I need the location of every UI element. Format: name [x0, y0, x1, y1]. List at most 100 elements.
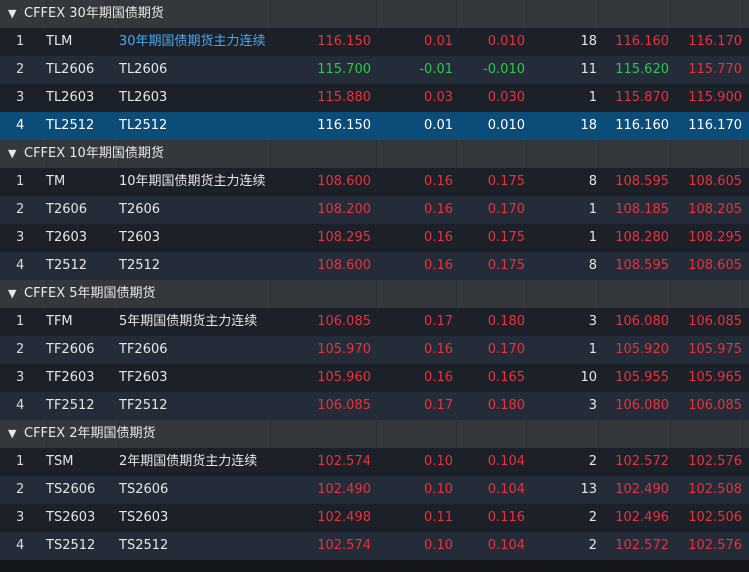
contract-name: 30年期国债期货主力连续 [119, 34, 266, 49]
table-row[interactable]: 3 TS2603 TS2603 102.498 0.11 0.116 2 102.496 102… [0, 504, 749, 532]
column-divider [670, 280, 671, 308]
contract-code: TSM [46, 454, 74, 469]
group-header[interactable]: ▼ CFFEX 10年期国债期货 [0, 140, 749, 168]
last-price: 108.200 [317, 202, 371, 217]
contract-code: T2512 [46, 258, 88, 273]
column-divider [742, 280, 743, 308]
table-row[interactable]: 4 TL2512 TL2512 116.150 0.01 0.010 18 116.160 11… [0, 112, 749, 140]
triangle-down-icon[interactable]: ▼ [8, 420, 16, 448]
column-divider [376, 280, 377, 308]
column-divider [270, 420, 271, 448]
contract-code: TS2606 [46, 482, 96, 497]
last-price: 115.880 [317, 90, 371, 105]
group-header[interactable]: ▼ CFFEX 5年期国债期货 [0, 280, 749, 308]
change-percent: 0.175 [487, 258, 525, 273]
bid-price: 102.490 [615, 482, 669, 497]
change-percent: 0.010 [487, 34, 525, 49]
group-title: CFFEX 5年期国债期货 [24, 286, 156, 301]
table-row[interactable]: 1 TFM 5年期国债期货主力连续 106.085 0.17 0.180 3 106.080 1… [0, 308, 749, 336]
price-change: 0.16 [424, 174, 453, 189]
row-index: 4 [16, 118, 25, 133]
price-change: 0.17 [424, 314, 453, 329]
volume: 3 [588, 398, 597, 413]
triangle-down-icon[interactable]: ▼ [8, 140, 16, 168]
volume: 2 [588, 510, 597, 525]
row-index: 3 [16, 510, 25, 525]
ask-price: 108.205 [688, 202, 742, 217]
column-divider [376, 140, 377, 168]
column-divider [376, 420, 377, 448]
volume: 10 [580, 370, 597, 385]
price-change: 0.16 [424, 258, 453, 273]
volume: 18 [580, 34, 597, 49]
contract-code: TF2606 [46, 342, 95, 357]
change-percent: 0.175 [487, 230, 525, 245]
table-row[interactable]: 3 T2603 T2603 108.295 0.16 0.175 1 108.280 108.2… [0, 224, 749, 252]
price-change: 0.10 [424, 538, 453, 553]
group-header[interactable]: ▼ CFFEX 30年期国债期货 [0, 0, 749, 28]
last-price: 116.150 [317, 34, 371, 49]
table-row[interactable]: 1 TLM 30年期国债期货主力连续 116.150 0.01 0.010 18 116.16… [0, 28, 749, 56]
table-row[interactable]: 3 TF2603 TF2603 105.960 0.16 0.165 10 105.955 10… [0, 364, 749, 392]
volume: 8 [588, 258, 597, 273]
triangle-down-icon[interactable]: ▼ [8, 0, 16, 28]
contract-code: TL2606 [46, 62, 95, 77]
last-price: 102.490 [317, 482, 371, 497]
table-row[interactable]: 4 TF2512 TF2512 106.085 0.17 0.180 3 106.080 106… [0, 392, 749, 420]
bid-price: 106.080 [615, 398, 669, 413]
last-price: 102.498 [317, 510, 371, 525]
table-row[interactable]: 1 TM 10年期国债期货主力连续 108.600 0.16 0.175 8 108.595 1… [0, 168, 749, 196]
contract-code: TS2603 [46, 510, 96, 525]
change-percent: 0.104 [487, 482, 525, 497]
volume: 2 [588, 454, 597, 469]
table-row[interactable]: 2 TL2606 TL2606 115.700 -0.01 -0.010 11 115.620… [0, 56, 749, 84]
contract-name: TL2606 [119, 62, 168, 77]
bid-price: 116.160 [615, 118, 669, 133]
price-change: 0.16 [424, 370, 453, 385]
group-title: CFFEX 10年期国债期货 [24, 146, 164, 161]
change-percent: -0.010 [483, 62, 525, 77]
contract-name: 5年期国债期货主力连续 [119, 314, 258, 329]
table-row[interactable]: 2 T2606 T2606 108.200 0.16 0.170 1 108.185 108.2… [0, 196, 749, 224]
row-index: 3 [16, 90, 25, 105]
contract-code: TM [46, 174, 66, 189]
table-row[interactable]: 2 TS2606 TS2606 102.490 0.10 0.104 13 102.490 10… [0, 476, 749, 504]
bid-price: 102.496 [615, 510, 669, 525]
contract-name: T2512 [119, 258, 161, 273]
contract-name: TS2606 [119, 482, 169, 497]
contract-code: TL2512 [46, 118, 95, 133]
contract-code: TF2603 [46, 370, 95, 385]
triangle-down-icon[interactable]: ▼ [8, 280, 16, 308]
bid-price: 108.595 [615, 174, 669, 189]
price-change: 0.16 [424, 202, 453, 217]
volume: 13 [580, 482, 597, 497]
contract-name: TL2512 [119, 118, 168, 133]
row-index: 1 [16, 34, 25, 49]
group-header[interactable]: ▼ CFFEX 2年期国债期货 [0, 420, 749, 448]
change-percent: 0.175 [487, 174, 525, 189]
column-divider [270, 280, 271, 308]
group-title: CFFEX 2年期国债期货 [24, 426, 156, 441]
column-divider [670, 140, 671, 168]
table-row[interactable]: 3 TL2603 TL2603 115.880 0.03 0.030 1 115.870 115… [0, 84, 749, 112]
table-row[interactable]: 4 T2512 T2512 108.600 0.16 0.175 8 108.595 108.6… [0, 252, 749, 280]
contract-code: TLM [46, 34, 73, 49]
contract-name: TS2512 [119, 538, 169, 553]
change-percent: 0.165 [487, 370, 525, 385]
table-row[interactable]: 4 TS2512 TS2512 102.574 0.10 0.104 2 102.572 102… [0, 532, 749, 560]
contract-name: TS2603 [119, 510, 169, 525]
table-row[interactable]: 2 TF2606 TF2606 105.970 0.16 0.170 1 105.920 105… [0, 336, 749, 364]
bid-price: 116.160 [615, 34, 669, 49]
ask-price: 106.085 [688, 314, 742, 329]
price-change: 0.01 [424, 118, 453, 133]
column-divider [670, 0, 671, 28]
price-change: 0.01 [424, 34, 453, 49]
bid-price: 102.572 [615, 538, 669, 553]
ask-price: 116.170 [688, 34, 742, 49]
column-divider [598, 140, 599, 168]
table-row[interactable]: 1 TSM 2年期国债期货主力连续 102.574 0.10 0.104 2 102.572 1… [0, 448, 749, 476]
column-divider [526, 0, 527, 28]
change-percent: 0.170 [487, 202, 525, 217]
price-change: 0.03 [424, 90, 453, 105]
change-percent: 0.180 [487, 314, 525, 329]
